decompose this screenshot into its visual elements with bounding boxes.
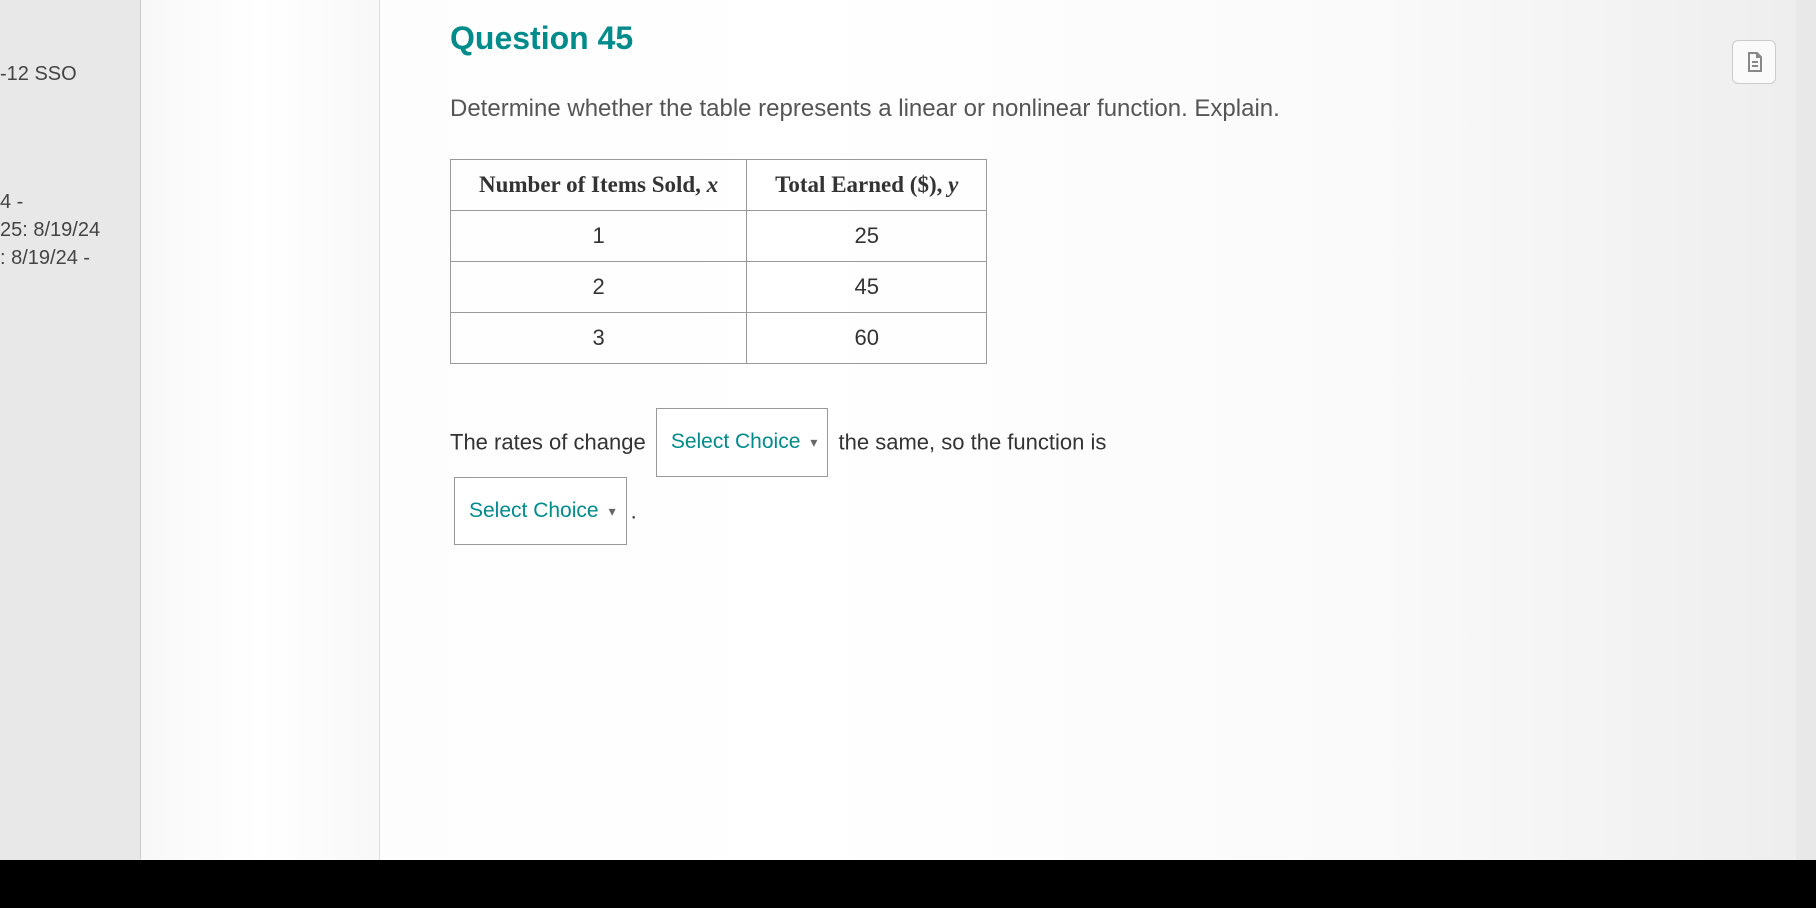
bottom-bar bbox=[0, 860, 1816, 908]
document-button[interactable] bbox=[1732, 40, 1776, 84]
data-table: Number of Items Sold, x Total Earned ($)… bbox=[450, 159, 987, 364]
chevron-down-icon: ▾ bbox=[609, 493, 616, 529]
select-choice-1[interactable]: Select Choice ▾ bbox=[656, 408, 829, 477]
answer-period: . bbox=[631, 498, 637, 523]
question-title: Question 45 bbox=[450, 20, 1736, 57]
main-panel: Question 45 Determine whether the table … bbox=[380, 0, 1796, 908]
answer-block: The rates of change Select Choice ▾ the … bbox=[450, 408, 1736, 545]
sidebar-date-line-1: 4 - bbox=[0, 188, 132, 216]
table-cell-y: 60 bbox=[747, 313, 987, 364]
table-cell-y: 45 bbox=[747, 262, 987, 313]
table-header-y: Total Earned ($), y bbox=[747, 160, 987, 211]
select-choice-2[interactable]: Select Choice ▾ bbox=[454, 477, 627, 546]
table-row: 1 25 bbox=[451, 211, 987, 262]
table-cell-x: 1 bbox=[451, 211, 747, 262]
sidebar-date-line-3: : 8/19/24 - bbox=[0, 244, 132, 272]
table-row: 3 60 bbox=[451, 313, 987, 364]
sidebar-date-line-2: 25: 8/19/24 bbox=[0, 216, 132, 244]
answer-text-2: the same, so the function is bbox=[839, 430, 1107, 455]
chevron-down-icon: ▾ bbox=[810, 424, 817, 460]
document-icon bbox=[1742, 50, 1766, 74]
sidebar: -12 SSO 4 - 25: 8/19/24 : 8/19/24 - bbox=[0, 0, 140, 908]
table-row: 2 45 bbox=[451, 262, 987, 313]
table-header-x: Number of Items Sold, x bbox=[451, 160, 747, 211]
answer-text-1: The rates of change bbox=[450, 430, 646, 455]
divider-panel bbox=[140, 0, 380, 908]
question-prompt: Determine whether the table represents a… bbox=[450, 95, 1736, 123]
table-cell-x: 3 bbox=[451, 313, 747, 364]
table-cell-y: 25 bbox=[747, 211, 987, 262]
table-cell-x: 2 bbox=[451, 262, 747, 313]
sidebar-sso-label: -12 SSO bbox=[0, 60, 132, 88]
